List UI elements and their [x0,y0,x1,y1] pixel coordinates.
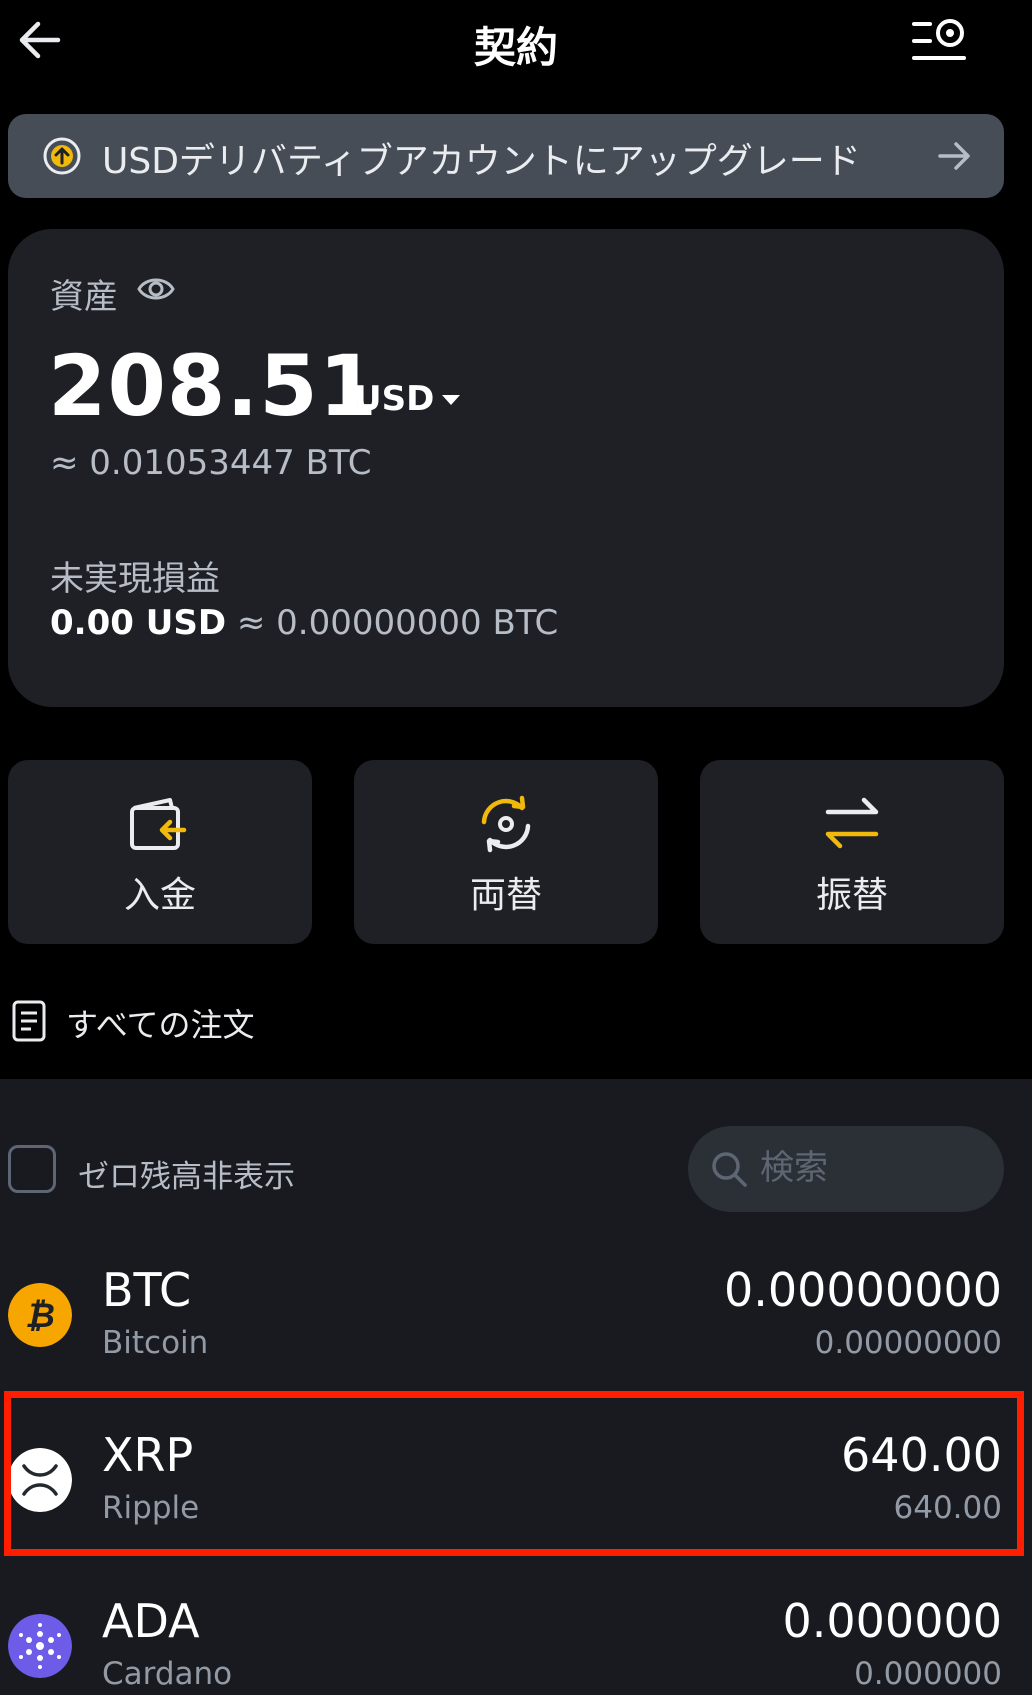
coin-amount: 0.000000 [782,1594,1003,1648]
transfer-arrows-icon [825,797,879,849]
coin-symbol: ADA [102,1594,200,1648]
coin-name: Bitcoin [102,1325,209,1361]
arrow-up-circle-icon [43,137,81,175]
deposit-button[interactable]: 入金 [8,760,312,944]
pnl-usd: 0.00 USD [50,603,227,643]
convert-icon [481,795,531,853]
search-box[interactable] [688,1126,1004,1212]
coin-name: Ripple [102,1490,200,1526]
document-icon [12,1000,46,1042]
cardano-icon [8,1614,72,1678]
hide-zero-label: ゼロ残高非表示 [78,1159,295,1195]
search-input[interactable] [760,1142,980,1194]
wallet-deposit-icon [130,798,187,850]
all-orders-label: すべての注文 [66,1006,255,1044]
svg-text:₿: ₿ [25,1296,55,1336]
hide-zero-checkbox[interactable] [8,1145,56,1193]
page-title: 契約 [473,23,558,72]
coin-symbol: XRP [102,1428,194,1482]
coin-name: Cardano [102,1656,233,1692]
transfer-button[interactable]: 振替 [700,760,1004,944]
header: 契約 [0,0,1032,90]
coin-row-ada[interactable]: ADA Cardano 0.000000 0.000000 [0,1570,1032,1695]
xrp-icon [8,1448,72,1512]
coin-amount: 0.00000000 [723,1263,1002,1317]
bitcoin-icon: ₿ [8,1283,72,1347]
pnl-btc: ≈ 0.00000000 BTC [226,603,559,643]
arrow-right-icon [938,142,970,170]
coin-row-btc[interactable]: ₿ BTC Bitcoin 0.00000000 0.00000000 [0,1239,1032,1389]
asset-value: 208.51 [48,337,379,435]
upgrade-banner[interactable]: USDデリバティブアカウントにアップグレード [8,114,1004,198]
coin-symbol: BTC [102,1263,192,1317]
eye-icon[interactable] [136,273,176,305]
transfer-label: 振替 [815,875,888,916]
search-icon [712,1152,747,1187]
coin-sub-amount: 0.000000 [854,1656,1002,1692]
unrealized-pnl-label: 未実現損益 [50,559,220,599]
coin-sub-amount: 0.00000000 [814,1325,1002,1361]
asset-label: 資産 [50,277,118,317]
currency-selector[interactable]: USD [354,379,434,419]
caret-down-icon[interactable] [440,393,462,407]
unrealized-pnl-value: 0.00 USD ≈ 0.00000000 BTC [50,603,558,643]
coin-amount: 640.00 [841,1428,1002,1482]
asset-card: 資産 208.51 USD ≈ 0.01053447 BTC 未実現損益 0.0… [8,229,1004,707]
menu-button[interactable] [908,16,970,66]
convert-button[interactable]: 両替 [354,760,658,944]
list-settings-icon [912,19,966,60]
coin-row-xrp[interactable]: XRP Ripple 640.00 640.00 [0,1404,1032,1554]
convert-label: 両替 [469,875,542,916]
asset-list-panel: ゼロ残高非表示 ₿ BTC Bitcoin 0.00000000 0.00000… [0,1079,1032,1695]
deposit-label: 入金 [123,875,196,916]
upgrade-text: USDデリバティブアカウントにアップグレード [102,141,861,182]
asset-btc-approx: ≈ 0.01053447 BTC [50,443,372,483]
coin-sub-amount: 640.00 [893,1490,1002,1526]
